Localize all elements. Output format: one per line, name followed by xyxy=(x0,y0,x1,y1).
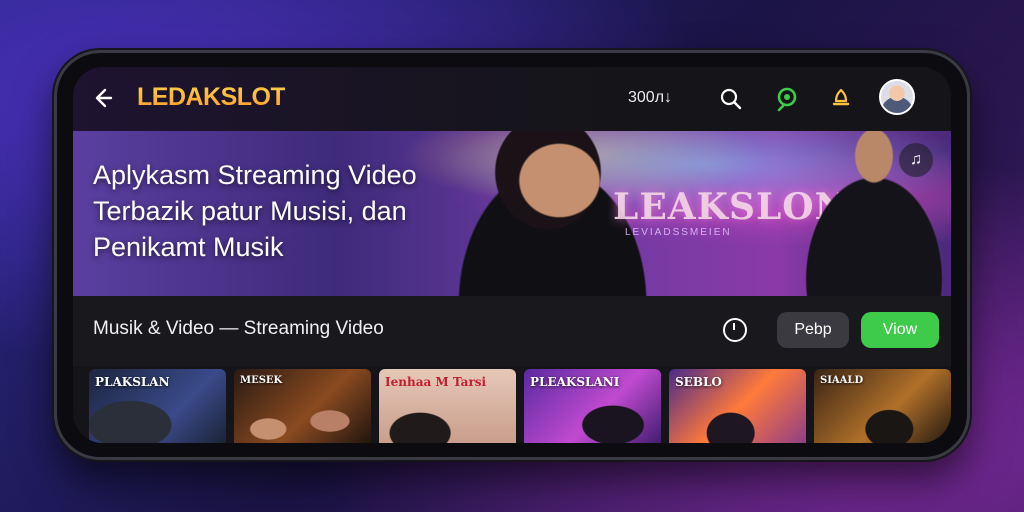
thumbnail-caption: SEBLO xyxy=(675,375,722,389)
video-thumbnail[interactable]: SIAALD xyxy=(814,369,951,443)
back-arrow-icon[interactable] xyxy=(89,85,115,111)
clock-icon[interactable] xyxy=(723,318,747,342)
balance-display: 300л↓ xyxy=(628,89,673,106)
thumbnail-caption: PLEAKSLANI xyxy=(530,375,620,389)
brand-logo[interactable]: LEDAKSLOT xyxy=(137,83,286,112)
thumbnail-caption: SIAALD xyxy=(820,375,864,386)
phone-frame: LEDAKSLOT 300л↓ LEAKSLON LEVIADSSMEIEN A… xyxy=(54,50,970,460)
view-button[interactable]: Viow xyxy=(861,312,939,348)
thumbnail-caption: PLAKSLAN xyxy=(95,375,170,389)
video-thumbnail-row: PLAKSLAN MESEK Ienhaa M Tarsi PLEAKSLANI… xyxy=(89,369,951,443)
hero-logo-subtext: LEVIADSSMEIEN xyxy=(625,227,732,238)
video-thumbnail[interactable]: PLEAKSLANI xyxy=(524,369,661,443)
avatar[interactable] xyxy=(879,79,915,115)
thumbnail-caption: Ienhaa M Tarsi xyxy=(385,375,487,389)
search-icon[interactable] xyxy=(713,81,749,117)
bell-icon[interactable] xyxy=(823,81,859,117)
top-bar: LEDAKSLOT 300л↓ xyxy=(73,67,951,131)
video-thumbnail[interactable]: MESEK xyxy=(234,369,371,443)
video-thumbnail[interactable]: PLAKSLAN xyxy=(89,369,226,443)
hero-share-icon[interactable]: ♫ xyxy=(899,143,933,177)
thumbnail-caption: MESEK xyxy=(240,375,283,386)
location-pin-icon[interactable] xyxy=(769,81,805,117)
video-thumbnail[interactable]: Ienhaa M Tarsi xyxy=(379,369,516,443)
section-header: Musik & Video — Streaming Video Pebp Vio… xyxy=(73,296,951,366)
hero-title: Aplykasm Streaming Video Terbazik patur … xyxy=(93,160,417,262)
section-title: Musik & Video — Streaming Video xyxy=(93,318,384,339)
video-thumbnail[interactable]: SEBLO xyxy=(669,369,806,443)
hero-banner[interactable]: LEAKSLON LEVIADSSMEIEN Aplykasm Streamin… xyxy=(73,131,951,296)
secondary-button[interactable]: Pebp xyxy=(777,312,849,348)
app-screen: LEDAKSLOT 300л↓ LEAKSLON LEVIADSSMEIEN A… xyxy=(73,67,951,443)
